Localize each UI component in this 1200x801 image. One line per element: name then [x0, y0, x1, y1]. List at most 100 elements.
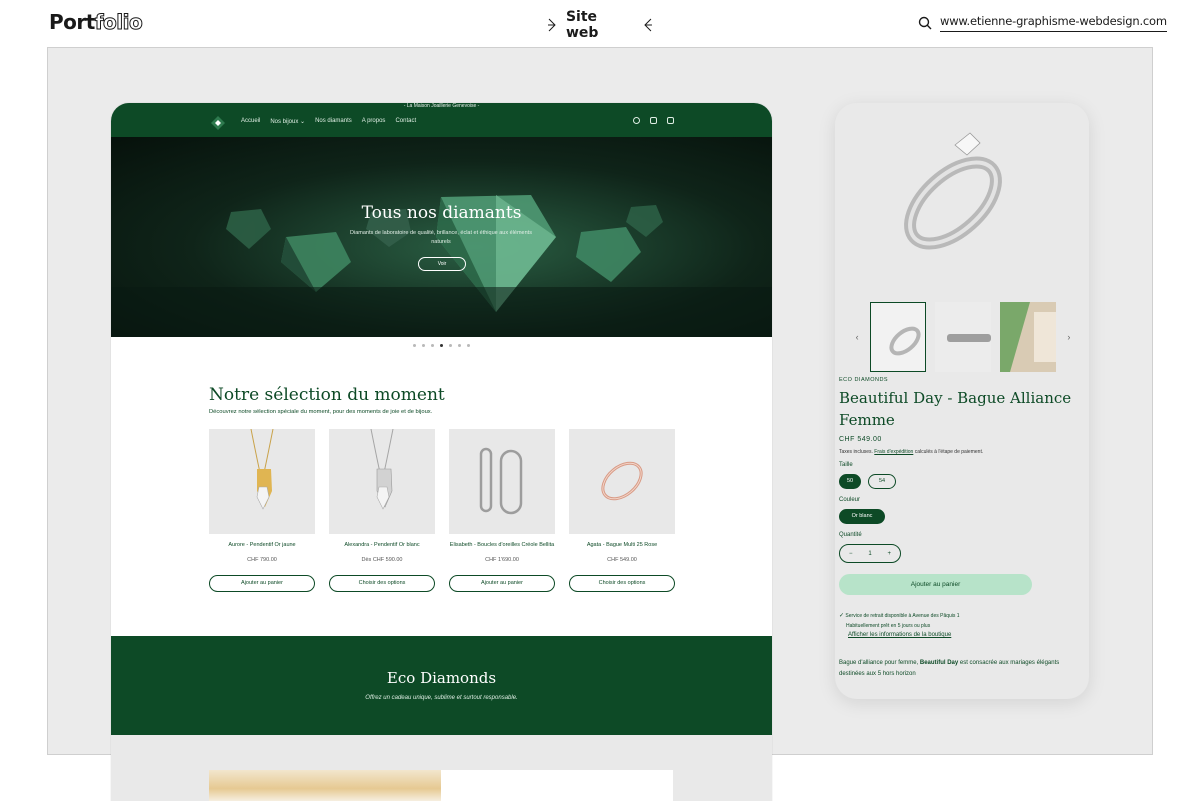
- product-price: CHF 1'690.00: [485, 557, 519, 563]
- portfolio-logo[interactable]: Portfolio: [49, 10, 143, 35]
- product-image[interactable]: [329, 429, 435, 534]
- product-card[interactable]: Agata - Bague Multi 25 Rose CHF 549.00 C…: [569, 429, 675, 592]
- choose-options-button[interactable]: Choisir des options: [569, 575, 675, 592]
- brand-logo-icon[interactable]: [211, 116, 225, 130]
- search-icon[interactable]: [633, 117, 640, 124]
- product-price: Dès CHF 590.00: [361, 557, 403, 563]
- product-image[interactable]: [449, 429, 555, 534]
- color-option[interactable]: Or blanc: [839, 509, 885, 524]
- next-section: [111, 735, 772, 801]
- thumb-ring-side-icon: [935, 302, 992, 372]
- carousel-dot[interactable]: [422, 343, 425, 347]
- website-link[interactable]: www.etienne-graphisme-webdesign.com: [918, 14, 1167, 32]
- thumbnail-2[interactable]: [935, 302, 992, 372]
- nav-link-bijoux[interactable]: Nos bijoux ⌄: [270, 118, 305, 125]
- qty-plus-button[interactable]: +: [887, 551, 891, 557]
- hero-subtitle: Diamants de laboratoire de qualité, bril…: [350, 230, 532, 245]
- product-name[interactable]: Elisabeth - Boucles d'oreilles Créole Be…: [449, 541, 555, 557]
- quantity-stepper[interactable]: − 1 +: [839, 544, 901, 563]
- product-price: CHF 790.00: [247, 557, 277, 563]
- nav-link-accueil[interactable]: Accueil: [241, 118, 260, 125]
- carousel-dot[interactable]: [431, 343, 434, 347]
- add-to-cart-button[interactable]: Ajouter au panier: [209, 575, 315, 592]
- silver-pendant-icon: [370, 429, 394, 510]
- qty-minus-button[interactable]: −: [849, 551, 853, 557]
- product-title: Beautiful Day - Bague Alliance Femme: [839, 389, 1072, 429]
- add-to-cart-button[interactable]: Ajouter au panier: [839, 574, 1032, 595]
- carousel-dots: [111, 337, 772, 353]
- thumbnail-1[interactable]: [870, 302, 927, 372]
- nav-link-diamants[interactable]: Nos diamants: [315, 118, 352, 125]
- hero-button[interactable]: Voir: [418, 257, 466, 271]
- carousel-prev-icon[interactable]: [413, 343, 416, 347]
- carousel-pause-icon[interactable]: [467, 343, 470, 347]
- arrow-right-icon: [548, 18, 556, 32]
- mobile-mockup: ‹ › ECO DIAMONDS Beautiful Day - Bague A…: [835, 103, 1089, 699]
- website-url[interactable]: www.etienne-graphisme-webdesign.com: [940, 14, 1167, 32]
- product-card[interactable]: Alexandra - Pendentif Or blanc Dès CHF 5…: [329, 429, 435, 592]
- color-label: Couleur: [839, 497, 861, 503]
- thumb-next-icon[interactable]: ›: [1065, 332, 1073, 342]
- rose-ring-icon: [601, 461, 643, 501]
- account-icon[interactable]: [650, 117, 657, 124]
- size-option-50[interactable]: 50: [839, 474, 861, 489]
- logo-strong: Port: [49, 10, 95, 34]
- quantity-label: Quantité: [839, 532, 862, 538]
- product-card[interactable]: Aurore - Pendentif Or jaune CHF 790.00 A…: [209, 429, 315, 592]
- choose-options-button[interactable]: Choisir des options: [329, 575, 435, 592]
- nav-links: Accueil Nos bijoux ⌄ Nos diamants A prop…: [241, 118, 416, 125]
- section-title-text: Site web: [565, 9, 599, 41]
- qty-value[interactable]: 1: [868, 551, 871, 557]
- arrow-left-icon: [644, 18, 652, 32]
- product-grid: Aurore - Pendentif Or jaune CHF 790.00 A…: [209, 429, 675, 592]
- shipping-link[interactable]: Frais d'expédition: [874, 449, 913, 455]
- product-description: Bague d'alliance pour femme, Beautiful D…: [839, 658, 1079, 680]
- section-title: Site web: [548, 9, 652, 41]
- carousel-dot-active[interactable]: [440, 343, 443, 347]
- product-name[interactable]: Alexandra - Pendentif Or blanc: [329, 541, 435, 557]
- size-option-54[interactable]: 54: [868, 474, 896, 489]
- desc-prefix: Bague d'alliance pour femme,: [839, 660, 920, 666]
- top-bar: Portfolio Site web www.etienne-graphisme…: [0, 0, 1200, 46]
- product-card[interactable]: Elisabeth - Boucles d'oreilles Créole Be…: [449, 429, 555, 592]
- check-icon: ✓: [839, 613, 845, 619]
- tax-prefix: Taxes incluses.: [839, 449, 873, 455]
- product-image[interactable]: [569, 429, 675, 534]
- carousel-next-icon[interactable]: [458, 343, 461, 347]
- product-image[interactable]: [209, 429, 315, 534]
- desktop-mockup: - La Maison Joaillerie Genevoise - Accue…: [111, 103, 772, 801]
- hoop-earrings-icon: [479, 447, 523, 515]
- pickup-info: ✓ Service de retrait disponible à Avenue…: [839, 611, 1069, 631]
- feature-image: [209, 770, 441, 801]
- thumbnail-strip: ‹ ›: [853, 302, 1073, 372]
- selection-title: Notre sélection du moment: [209, 385, 445, 405]
- thumbnail-3[interactable]: [1000, 302, 1056, 372]
- nav-link-apropos[interactable]: A propos: [362, 118, 386, 125]
- pickup-line-2: Habituellement prêt en 5 jours ou plus: [846, 623, 931, 629]
- selection-subtitle: Découvrez notre sélection spéciale du mo…: [209, 409, 433, 415]
- eco-subtitle: Offrez un cadeau unique, sublime et surt…: [365, 695, 518, 701]
- product-price: CHF 549.00: [839, 436, 882, 443]
- desc-bold: Beautiful Day: [919, 660, 959, 666]
- eco-diamonds-banner: Eco Diamonds Offrez un cadeau unique, su…: [111, 636, 772, 735]
- product-price: CHF 549.00: [607, 557, 637, 563]
- nav-icons: [633, 117, 674, 124]
- gold-pendant-icon: [250, 429, 274, 510]
- logo-light: folio: [94, 10, 143, 35]
- product-name[interactable]: Aurore - Pendentif Or jaune: [209, 541, 315, 557]
- desktop-nav: Accueil Nos bijoux ⌄ Nos diamants A prop…: [111, 109, 772, 137]
- show-store-info-link[interactable]: Afficher les informations de la boutique: [848, 632, 951, 638]
- add-to-cart-button[interactable]: Ajouter au panier: [449, 575, 555, 592]
- nav-link-contact[interactable]: Contact: [395, 118, 416, 125]
- tax-suffix: calculés à l'étape de paiement.: [914, 449, 984, 455]
- product-name[interactable]: Agata - Bague Multi 25 Rose: [569, 541, 675, 557]
- tax-note: Taxes incluses. Frais d'expédition calcu…: [839, 449, 983, 455]
- thumb-prev-icon[interactable]: ‹: [853, 332, 861, 342]
- search-icon[interactable]: [918, 16, 932, 30]
- hero-banner: Tous nos diamants Diamants de laboratoir…: [111, 137, 772, 337]
- feature-card: [209, 770, 673, 801]
- size-label: Taille: [839, 462, 853, 468]
- carousel-dot[interactable]: [449, 343, 452, 347]
- ring-product-image: [835, 103, 1089, 293]
- cart-icon[interactable]: [667, 117, 674, 124]
